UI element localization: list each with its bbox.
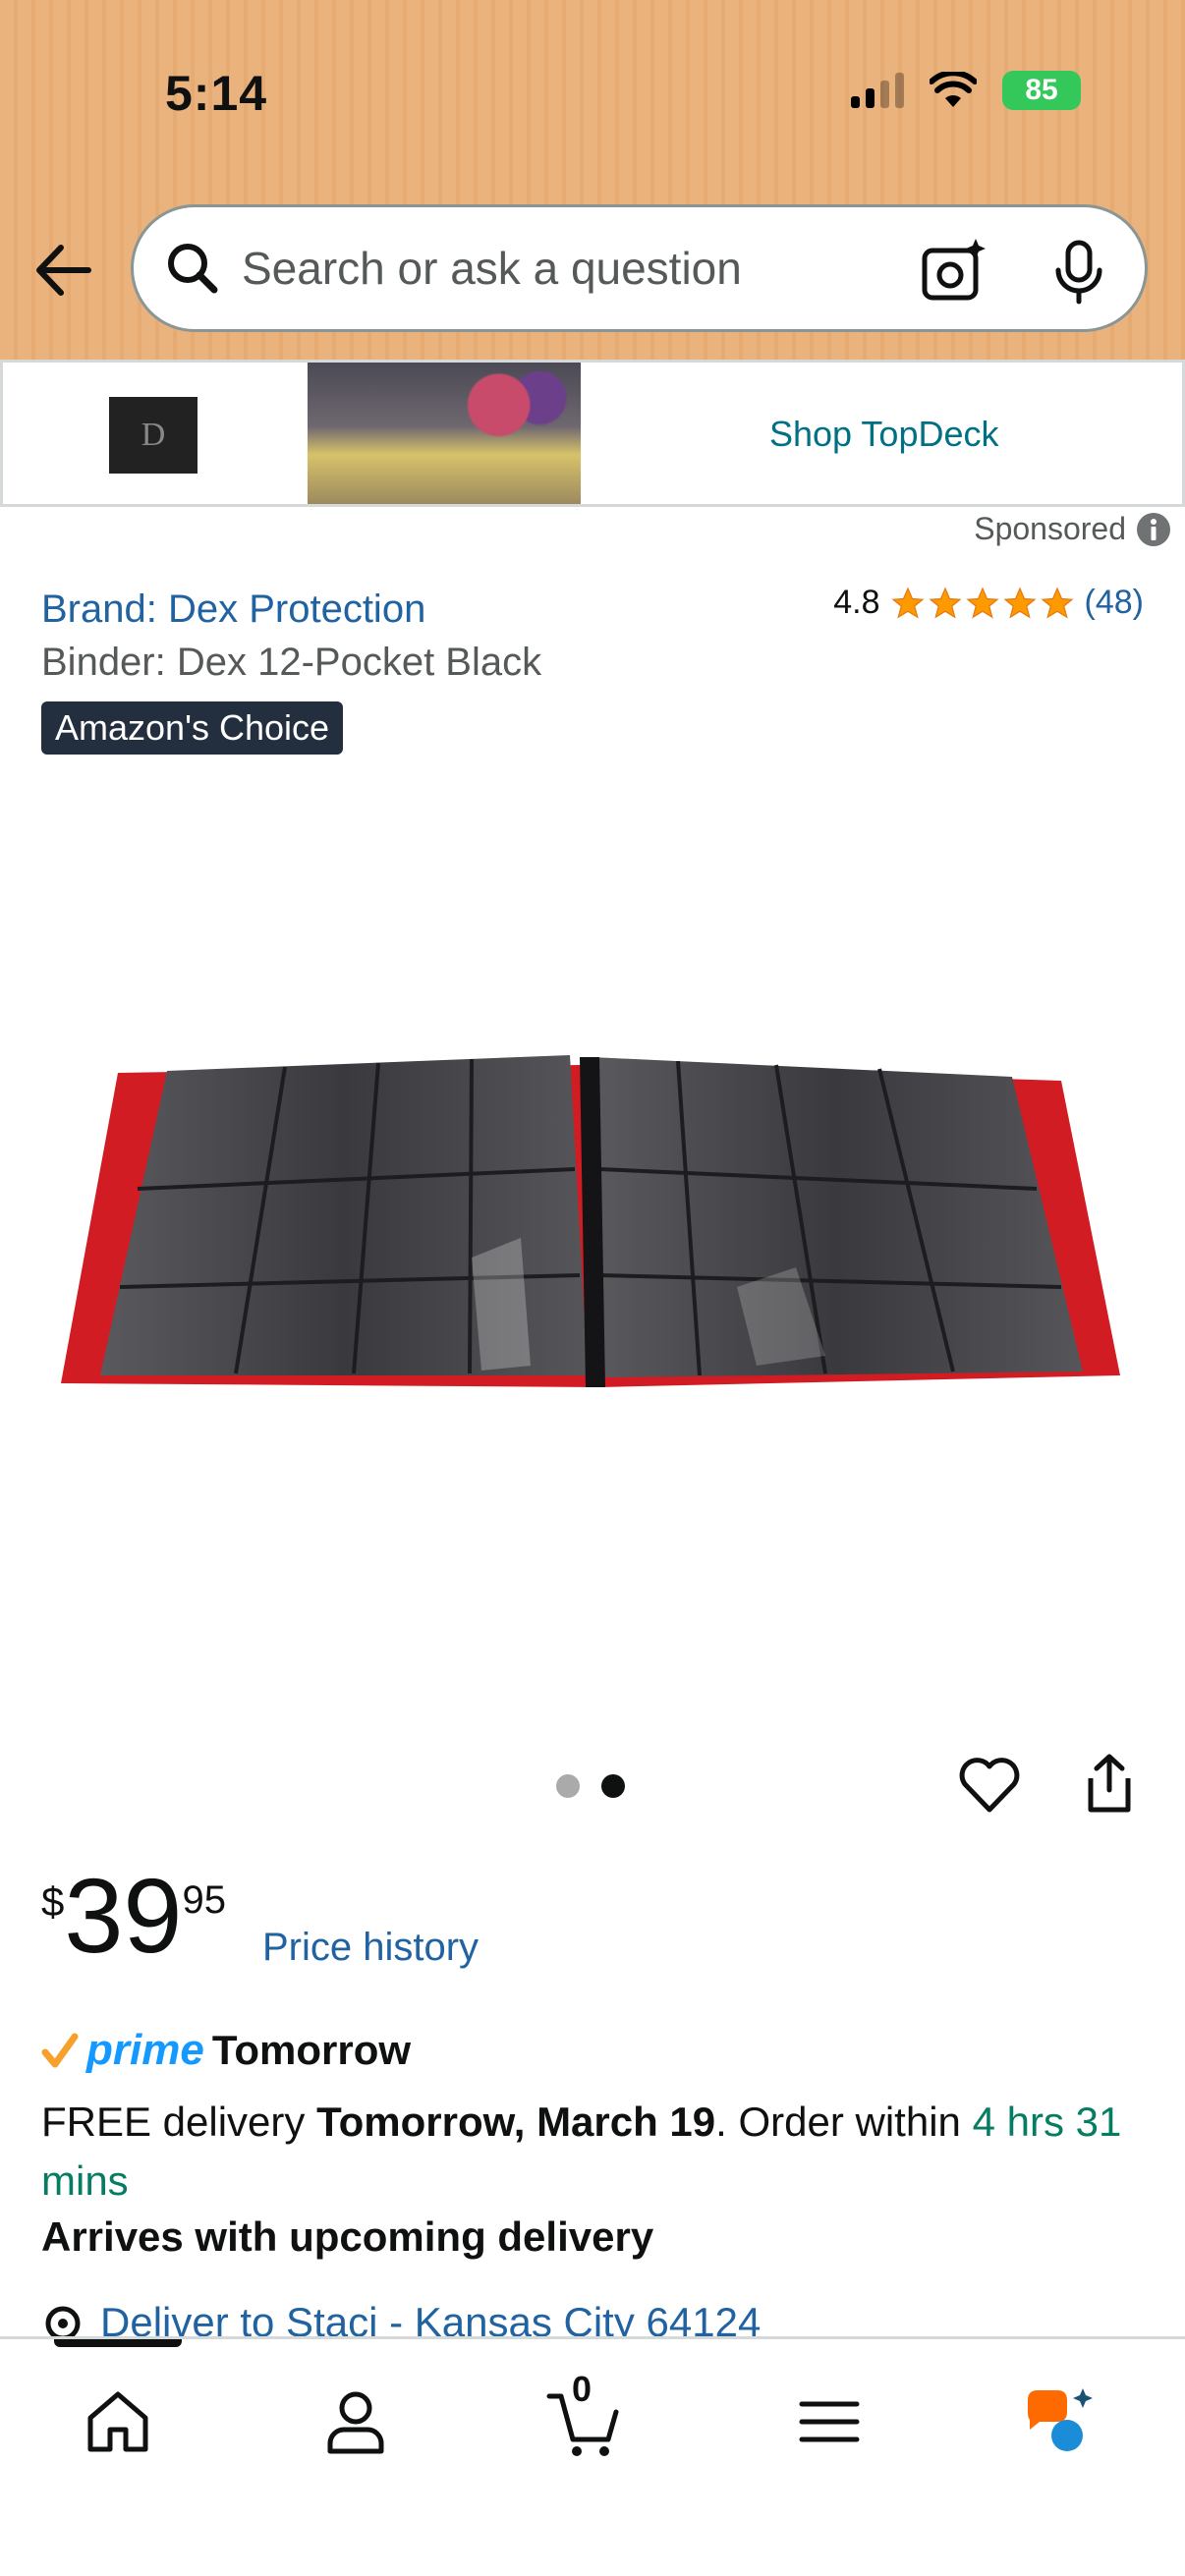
product-title: Binder: Dex 12-Pocket Black [41, 641, 542, 684]
cart-count: 0 [572, 2369, 592, 2409]
prime-check-icon [41, 2033, 79, 2068]
status-time: 5:14 [165, 66, 268, 121]
rating-count-link[interactable]: (48) [1085, 584, 1144, 622]
cart-button[interactable]: 0 [545, 2369, 624, 2461]
info-icon[interactable] [1136, 512, 1171, 547]
star-icon [1040, 586, 1074, 619]
back-arrow-icon[interactable] [29, 236, 98, 305]
shop-brand-link[interactable]: Shop TopDeck [769, 414, 999, 455]
image-carousel-dots [556, 1774, 625, 1798]
star-icon [890, 586, 925, 619]
signal-icon [851, 73, 904, 108]
order-within-text: . Order within [715, 2099, 973, 2145]
product-image[interactable] [49, 1041, 1130, 1415]
price-whole: 39 [64, 1856, 183, 1975]
status-icons: 85 [851, 71, 1081, 110]
battery-indicator: 85 [1002, 71, 1081, 110]
profile-icon[interactable] [316, 2382, 395, 2461]
camera-search-icon[interactable] [919, 237, 988, 306]
arrives-note: Arrives with upcoming delivery [41, 2213, 654, 2260]
search-icon [168, 244, 218, 294]
carousel-dot-1[interactable] [556, 1774, 580, 1798]
price: $ 39 95 [41, 1856, 227, 1975]
sponsored-text: Sponsored [974, 511, 1126, 546]
rating-summary[interactable]: 4.8 (48) [833, 584, 1144, 622]
heart-icon[interactable] [955, 1751, 1024, 1820]
battery-level: 85 [1025, 74, 1058, 106]
carousel-dot-2[interactable] [601, 1774, 625, 1798]
delivery-message: FREE delivery Tomorrow, March 19. Order … [41, 2093, 1152, 2211]
star-rating [890, 586, 1075, 621]
wifi-icon [930, 72, 977, 107]
star-icon [928, 586, 962, 619]
search-input[interactable] [242, 242, 851, 295]
delivery-date: Tomorrow, March 19 [316, 2099, 716, 2145]
price-history-link[interactable]: Price history [262, 1926, 479, 1970]
price-symbol: $ [41, 1878, 65, 1925]
price-fraction: 95 [182, 1878, 227, 1922]
rating-value: 4.8 [833, 584, 880, 621]
app-header: 5:14 85 [0, 0, 1185, 360]
brand-logo: D [109, 397, 198, 474]
rufus-assistant-icon[interactable] [1018, 2382, 1097, 2461]
sponsored-banner[interactable]: D Shop TopDeck [0, 360, 1185, 507]
microphone-icon[interactable] [1044, 237, 1113, 306]
active-tab-indicator [54, 2339, 182, 2347]
search-bar[interactable] [131, 204, 1148, 332]
sponsored-label[interactable]: Sponsored [974, 511, 1171, 547]
free-delivery-text: FREE delivery [41, 2099, 317, 2145]
share-icon[interactable] [1075, 1749, 1144, 1818]
home-icon[interactable] [79, 2382, 157, 2461]
prime-label: prime [86, 2026, 204, 2074]
star-icon [1002, 586, 1037, 619]
brand-link[interactable]: Brand: Dex Protection [41, 588, 425, 632]
star-icon [965, 586, 999, 619]
banner-photo [308, 363, 581, 504]
bottom-nav: 0 [0, 2336, 1185, 2576]
prime-day: Tomorrow [211, 2027, 412, 2073]
prime-delivery-row: prime Tomorrow [41, 2026, 411, 2075]
amazons-choice-badge: Amazon's Choice [41, 701, 343, 755]
menu-icon[interactable] [790, 2382, 869, 2461]
